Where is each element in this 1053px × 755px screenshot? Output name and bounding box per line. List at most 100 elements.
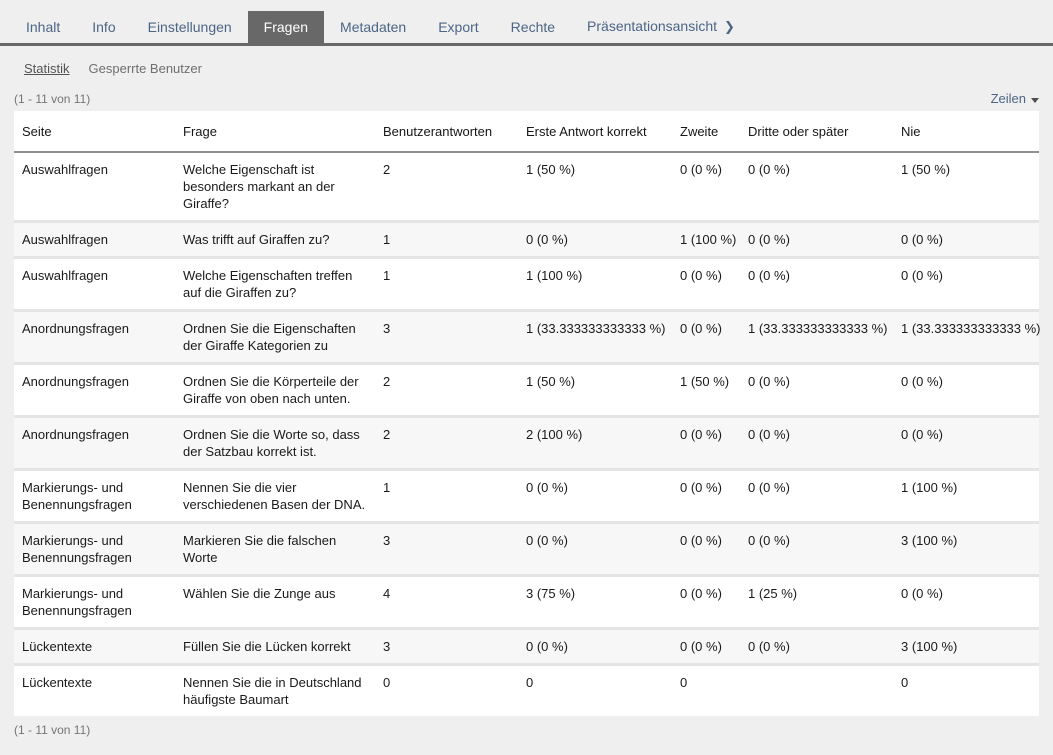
tab-label: Metadaten <box>340 19 406 35</box>
table-cell: Nennen Sie die vier verschiedenen Basen … <box>175 470 375 523</box>
table-cell: 1 (50 %) <box>518 152 672 222</box>
table-cell: Markierungs- und Benennungsfragen <box>14 523 175 576</box>
table-cell: 3 (75 %) <box>518 576 672 629</box>
tab-label: Info <box>92 19 115 35</box>
column-header: Nie <box>893 111 1039 152</box>
table-cell: 1 (50 %) <box>672 364 740 417</box>
rows-dropdown[interactable]: Zeilen <box>991 91 1039 106</box>
subtab-gesperrte-benutzer[interactable]: Gesperrte Benutzer <box>89 61 202 76</box>
table-cell: Ordnen Sie die Worte so, dass der Satzba… <box>175 417 375 470</box>
table-cell: 1 (100 %) <box>893 470 1039 523</box>
table-cell: 0 (0 %) <box>518 222 672 258</box>
table-cell: 0 (0 %) <box>740 364 893 417</box>
tab-export[interactable]: Export <box>422 11 494 43</box>
subtab-statistik[interactable]: Statistik <box>24 61 70 76</box>
table-cell: Markieren Sie die falschen Worte <box>175 523 375 576</box>
table-cell <box>740 665 893 717</box>
table-row: Markierungs- und BenennungsfragenWählen … <box>14 576 1039 629</box>
table-row: AuswahlfragenWelche Eigenschaften treffe… <box>14 258 1039 311</box>
table-cell: Lückentexte <box>14 629 175 665</box>
table-cell: 1 (25 %) <box>740 576 893 629</box>
table-cell: 2 <box>375 152 518 222</box>
table-cell: 0 (0 %) <box>672 311 740 364</box>
column-header: Dritte oder später <box>740 111 893 152</box>
table-cell: 3 <box>375 311 518 364</box>
column-header: Erste Antwort korrekt <box>518 111 672 152</box>
table-cell: 2 <box>375 364 518 417</box>
table-row: AnordnungsfragenOrdnen Sie die Körpertei… <box>14 364 1039 417</box>
table-cell: 1 (33.333333333333 %) <box>893 311 1039 364</box>
table-cell: Welche Eigenschaften treffen auf die Gir… <box>175 258 375 311</box>
table-meta-bottom: (1 - 11 von 11) <box>14 723 1039 737</box>
table-cell: 0 (0 %) <box>740 417 893 470</box>
column-header: Frage <box>175 111 375 152</box>
table-cell: 0 (0 %) <box>893 417 1039 470</box>
table-cell: 0 (0 %) <box>672 258 740 311</box>
table-cell: 1 (50 %) <box>518 364 672 417</box>
table-cell: Was trifft auf Giraffen zu? <box>175 222 375 258</box>
table-cell: 1 <box>375 258 518 311</box>
table-cell: 0 (0 %) <box>893 222 1039 258</box>
tab-label: Präsentationsansicht <box>587 18 717 34</box>
table-cell: 1 (100 %) <box>518 258 672 311</box>
table-cell: Markierungs- und Benennungsfragen <box>14 470 175 523</box>
table-cell: 1 (33.333333333333 %) <box>740 311 893 364</box>
table-cell: 1 <box>375 470 518 523</box>
tab-fragen[interactable]: Fragen <box>248 11 324 43</box>
table-row: AuswahlfragenWas trifft auf Giraffen zu?… <box>14 222 1039 258</box>
table-cell: Anordnungsfragen <box>14 417 175 470</box>
tab-einstellungen[interactable]: Einstellungen <box>132 11 248 43</box>
table-meta-top: (1 - 11 von 11) Zeilen <box>14 91 1039 106</box>
table-cell: 0 (0 %) <box>672 417 740 470</box>
table-cell: 0 (0 %) <box>672 523 740 576</box>
table-cell: Nennen Sie die in Deutschland häufigste … <box>175 665 375 717</box>
table-cell: 0 (0 %) <box>740 523 893 576</box>
table-row: LückentexteNennen Sie die in Deutschland… <box>14 665 1039 717</box>
caret-down-icon <box>1031 98 1039 103</box>
table-cell: Ordnen Sie die Körperteile der Giraffe v… <box>175 364 375 417</box>
tab-label: Inhalt <box>26 19 60 35</box>
table-cell: 0 (0 %) <box>740 629 893 665</box>
table-cell: 0 (0 %) <box>672 576 740 629</box>
table-cell: 1 (50 %) <box>893 152 1039 222</box>
table-cell: Ordnen Sie die Eigenschaften der Giraffe… <box>175 311 375 364</box>
tab-bar: Inhalt Info Einstellungen Fragen Metadaten Ex… <box>0 0 1053 46</box>
table-cell: Auswahlfragen <box>14 222 175 258</box>
tab-label: Einstellungen <box>148 19 232 35</box>
tab-metadaten[interactable]: Metadaten <box>324 11 422 43</box>
statistics-table: SeiteFrageBenutzerantwortenErste Antwort… <box>14 111 1039 716</box>
table-cell: 0 (0 %) <box>672 470 740 523</box>
rows-dropdown-label: Zeilen <box>991 91 1026 106</box>
table-cell: 3 (100 %) <box>893 523 1039 576</box>
table-row: LückentexteFüllen Sie die Lücken korrekt… <box>14 629 1039 665</box>
table-cell: Wählen Sie die Zunge aus <box>175 576 375 629</box>
table-cell: 0 (0 %) <box>893 258 1039 311</box>
tab-praesentationsansicht[interactable]: Präsentationsansicht ❯ <box>571 10 751 43</box>
table-cell: 0 <box>672 665 740 717</box>
table-cell: Welche Eigenschaft ist besonders markant… <box>175 152 375 222</box>
chevron-right-icon: ❯ <box>724 19 735 35</box>
pagination-top: (1 - 11 von 11) <box>14 92 90 106</box>
column-header: Benutzerantworten <box>375 111 518 152</box>
tab-rechte[interactable]: Rechte <box>495 11 571 43</box>
table-cell: 0 <box>518 665 672 717</box>
table-cell: 0 <box>375 665 518 717</box>
table-cell: 2 (100 %) <box>518 417 672 470</box>
table-cell: 0 (0 %) <box>893 364 1039 417</box>
table-cell: 0 (0 %) <box>740 470 893 523</box>
statistics-table-container: SeiteFrageBenutzerantwortenErste Antwort… <box>14 111 1039 716</box>
table-row: Markierungs- und BenennungsfragenNennen … <box>14 470 1039 523</box>
tab-inhalt[interactable]: Inhalt <box>10 11 76 43</box>
table-cell: 0 (0 %) <box>672 629 740 665</box>
table-cell: 0 (0 %) <box>672 152 740 222</box>
pagination-bottom: (1 - 11 von 11) <box>14 723 90 737</box>
table-row: AnordnungsfragenOrdnen Sie die Worte so,… <box>14 417 1039 470</box>
table-cell: Füllen Sie die Lücken korrekt <box>175 629 375 665</box>
table-cell: 0 <box>893 665 1039 717</box>
table-cell: Anordnungsfragen <box>14 364 175 417</box>
table-cell: 3 (100 %) <box>893 629 1039 665</box>
table-row: Markierungs- und BenennungsfragenMarkier… <box>14 523 1039 576</box>
tab-info[interactable]: Info <box>76 11 131 43</box>
table-cell: 4 <box>375 576 518 629</box>
table-cell: 1 (100 %) <box>672 222 740 258</box>
